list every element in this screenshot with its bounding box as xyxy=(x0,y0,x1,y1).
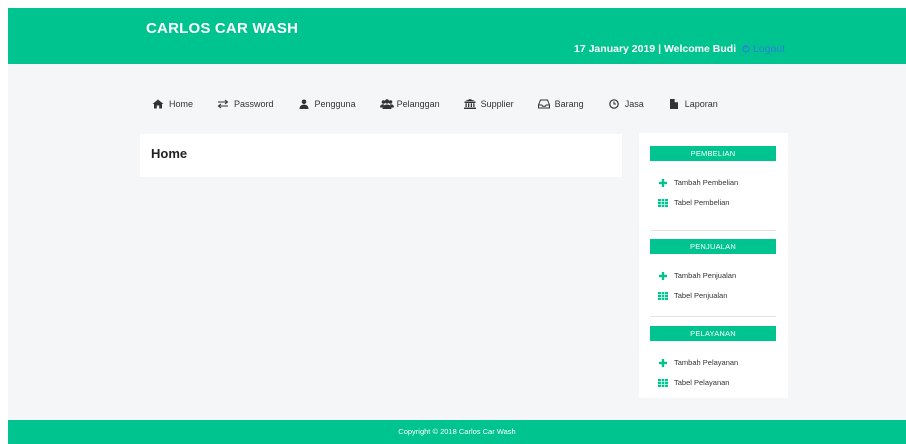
current-date: 17 January 2019 xyxy=(574,43,656,55)
table-icon xyxy=(658,378,668,387)
nav-label-jasa: Jasa xyxy=(624,99,644,109)
nav-label-barang: Barang xyxy=(554,99,584,109)
logout-icon xyxy=(742,43,750,55)
plus-icon xyxy=(658,178,668,187)
sidebar-link-label: Tabel Penjualan xyxy=(674,291,728,300)
table-icon xyxy=(658,291,668,300)
user-icon xyxy=(298,99,310,109)
nav-item-home[interactable]: Home xyxy=(152,99,193,109)
sidebar-link-label: Tabel Pelayanan xyxy=(674,378,730,387)
logout-link[interactable]: Logout xyxy=(742,43,785,55)
nav-item-pengguna[interactable]: Pengguna xyxy=(298,99,356,109)
sidebar-link-label: Tambah Pelayanan xyxy=(674,358,739,367)
sidebar-link-tambah-penjualan[interactable]: Tambah Penjualan xyxy=(658,271,736,280)
top-header: CARLOS CAR WASH 17 January 2019 | Welcom… xyxy=(8,8,906,64)
sidebar-link-label: Tambah Pembelian xyxy=(674,178,739,187)
nav-label-pengguna: Pengguna xyxy=(314,99,356,109)
sidebar-link-tambah-pembelian[interactable]: Tambah Pembelian xyxy=(658,178,738,187)
section-divider xyxy=(650,230,776,231)
sidebar: PEMBELIAN Tambah Pembelian Tabel Pembeli… xyxy=(639,133,788,398)
clock-icon xyxy=(608,99,620,109)
app-frame: CARLOS CAR WASH 17 January 2019 | Welcom… xyxy=(8,8,906,444)
nav-item-jasa[interactable]: Jasa xyxy=(608,99,644,109)
header-user-info: 17 January 2019 | Welcome Budi Logout xyxy=(574,43,785,55)
sidebar-link-tabel-pelayanan[interactable]: Tabel Pelayanan xyxy=(658,378,729,387)
nav-item-pelanggan[interactable]: Pelanggan xyxy=(379,99,440,109)
section-divider xyxy=(650,316,776,317)
footer: Copyright © 2018 Carlos Car Wash xyxy=(8,420,906,444)
plus-icon xyxy=(658,358,668,367)
sidebar-link-tambah-pelayanan[interactable]: Tambah Pelayanan xyxy=(658,358,738,367)
nav-label-laporan: Laporan xyxy=(684,99,718,109)
sidebar-link-label: Tabel Pembelian xyxy=(674,198,730,207)
logout-label: Logout xyxy=(752,43,786,55)
section-header-pembelian: PEMBELIAN xyxy=(650,146,776,161)
nav-label-pelanggan: Pelanggan xyxy=(396,99,440,109)
users-icon xyxy=(379,99,394,109)
plus-icon xyxy=(658,271,668,280)
inbox-icon xyxy=(537,99,550,109)
home-icon xyxy=(152,99,164,109)
nav-item-laporan[interactable]: Laporan xyxy=(668,99,718,109)
nav-item-password[interactable]: Password xyxy=(217,99,274,109)
nav-label-supplier: Supplier xyxy=(480,99,514,109)
nav-item-supplier[interactable]: Supplier xyxy=(463,99,514,109)
section-header-penjualan: PENJUALAN xyxy=(650,239,776,254)
bank-icon xyxy=(463,99,476,109)
nav-label-password: Password xyxy=(234,99,274,109)
sidebar-link-label: Tambah Penjualan xyxy=(674,271,737,280)
sidebar-link-tabel-penjualan[interactable]: Tabel Penjualan xyxy=(658,291,727,300)
section-header-pelayanan: PELAYANAN xyxy=(650,326,776,341)
nav-label-home: Home xyxy=(169,99,194,109)
welcome-text: Welcome Budi xyxy=(663,43,737,55)
main-nav: Home Password Pengguna Pelanggan Supplie… xyxy=(152,92,742,116)
brand-title: CARLOS CAR WASH xyxy=(146,20,299,37)
copyright-text: Copyright © 2018 Carlos Car Wash xyxy=(398,427,516,436)
nav-item-barang[interactable]: Barang xyxy=(537,99,584,109)
table-icon xyxy=(658,198,668,207)
sidebar-link-tabel-pembelian[interactable]: Tabel Pembelian xyxy=(658,198,729,207)
content-panel: Home xyxy=(140,134,622,177)
file-icon xyxy=(668,99,680,109)
page-title: Home xyxy=(151,146,188,161)
exchange-arrows-icon xyxy=(217,99,229,109)
header-separator: | xyxy=(658,43,662,55)
